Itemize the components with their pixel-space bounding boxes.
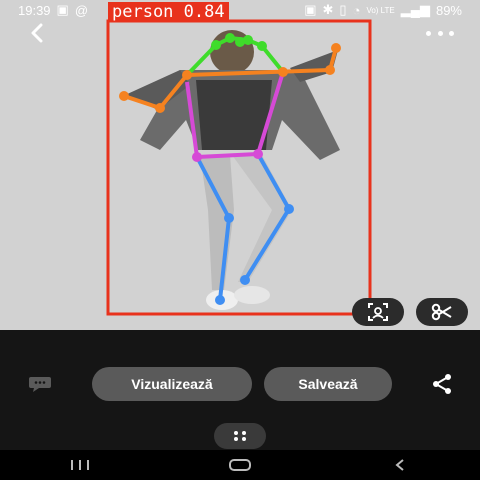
status-time: 19:39	[18, 2, 51, 18]
back-button[interactable]	[24, 22, 50, 44]
signal-icon: ▂▄▆	[400, 2, 430, 17]
gallery-notification-icon: ▣	[56, 2, 69, 17]
nav-back-button[interactable]	[370, 450, 430, 480]
photo-viewer[interactable]	[0, 0, 480, 330]
network-label: Vo) LTE	[366, 5, 395, 15]
home-button[interactable]	[210, 450, 270, 480]
dots-menu-icon	[234, 431, 246, 441]
at-notification-icon: @	[74, 2, 89, 18]
scan-face-icon	[368, 303, 388, 321]
view-button[interactable]: Vizualizează	[92, 367, 252, 401]
system-nav-bar	[0, 450, 480, 480]
head-skeleton	[185, 36, 285, 77]
scissors-icon	[431, 303, 452, 321]
back-triangle-icon	[395, 459, 404, 471]
comment-button[interactable]	[24, 372, 56, 396]
save-button[interactable]: Salvează	[264, 367, 392, 401]
arms-skeleton	[123, 47, 338, 110]
comment-icon	[29, 377, 51, 392]
chevron-left-icon	[31, 23, 43, 43]
pose-overlay	[106, 19, 372, 316]
battery-percent: 89%	[435, 2, 462, 18]
bluetooth-icon: ✱	[322, 2, 334, 17]
recents-button[interactable]	[50, 450, 110, 480]
menu-button[interactable]	[214, 423, 266, 449]
wifi-icon: ◔	[352, 2, 361, 18]
recents-icon	[71, 460, 89, 470]
home-icon	[229, 459, 251, 471]
share-button[interactable]	[428, 372, 456, 396]
share-icon	[433, 374, 451, 394]
vibrate-icon: ▯	[339, 2, 347, 17]
more-options-button[interactable]	[426, 26, 454, 40]
more-horizontal-icon	[426, 30, 431, 36]
cut-button[interactable]	[416, 298, 468, 326]
torso-skeleton	[185, 71, 285, 159]
scan-button[interactable]	[352, 298, 404, 326]
nfc-icon: ▣	[304, 2, 317, 17]
status-bar: 19:39 ▣ @ ▣ ✱ ▯ ◔ Vo) LTE ▂▄▆ 89%	[0, 0, 480, 20]
